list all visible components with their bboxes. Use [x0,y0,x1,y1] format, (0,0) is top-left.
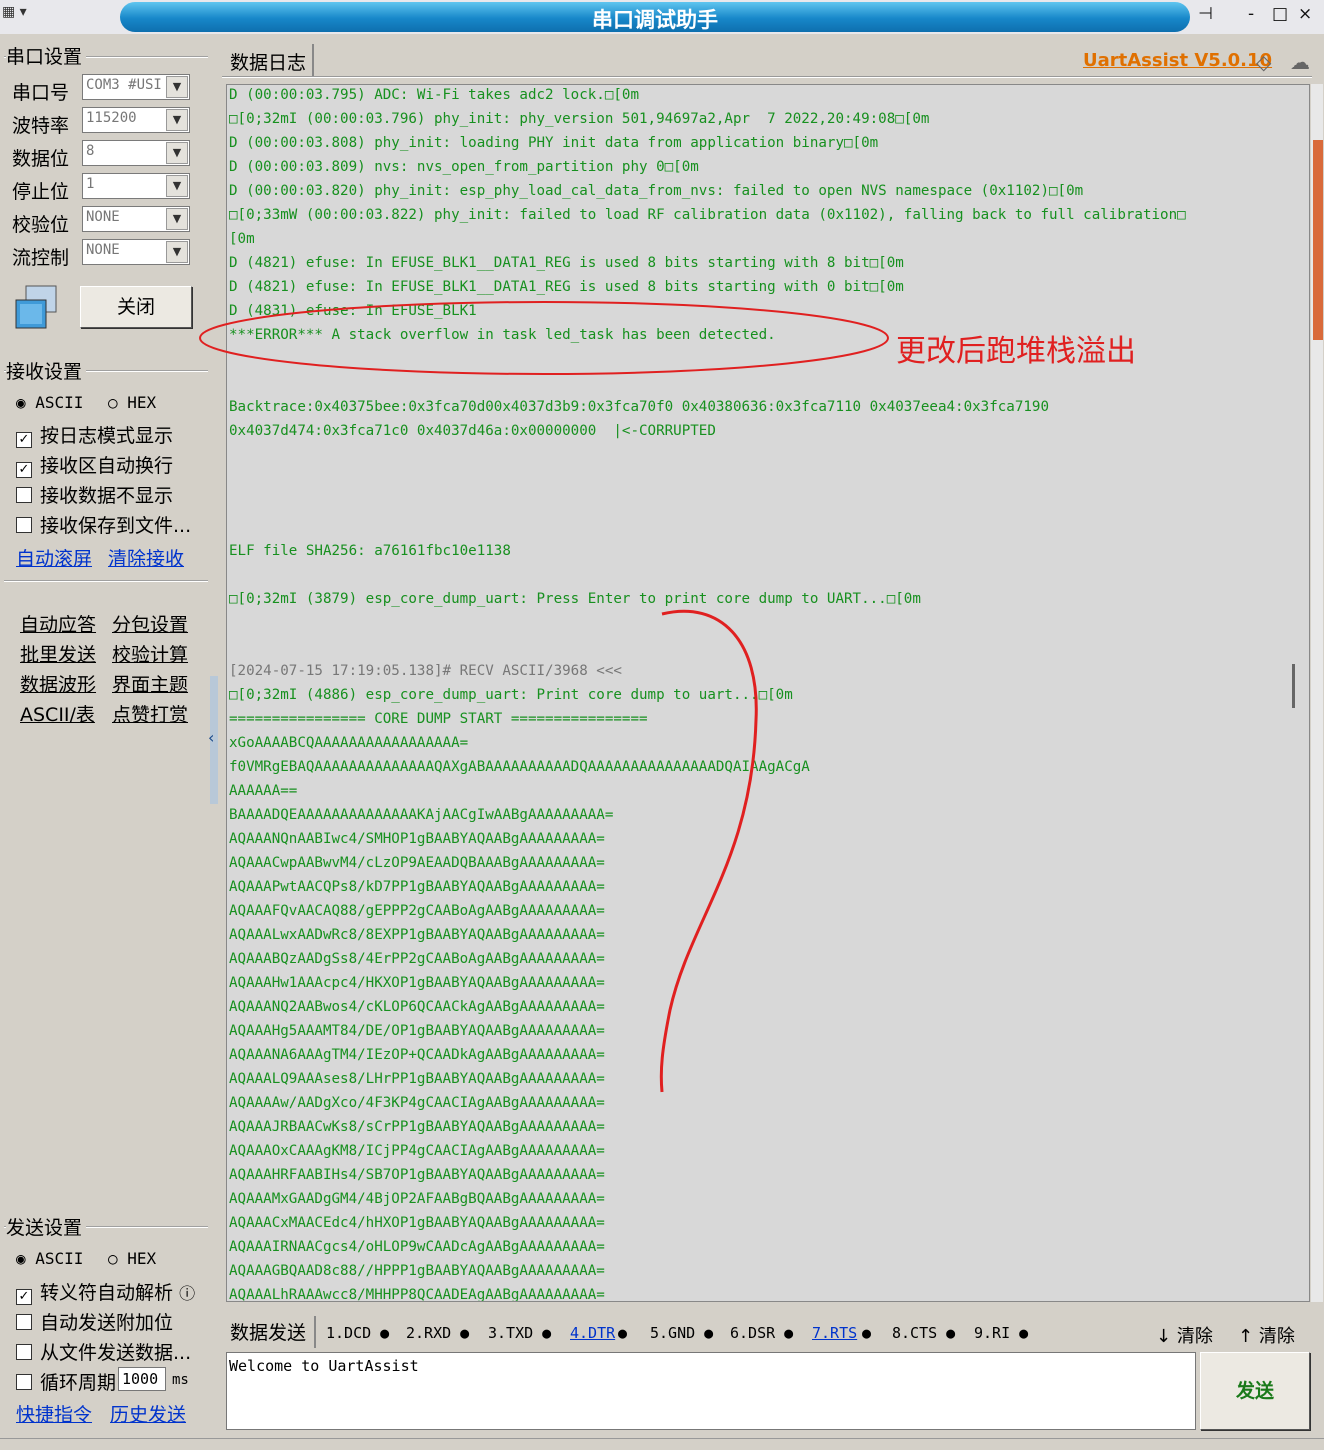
pin-gnd: 5.GND ● [650,1324,714,1342]
annotation-layer [199,301,889,1093]
pin-dcd: 1.DCD ● [326,1324,390,1342]
pin-rxd: 2.RXD ● [406,1324,470,1342]
clear-arrow-down-icon: ↓ [1156,1326,1172,1347]
status-bar [0,1438,1324,1450]
pin-dtr-led: ● [618,1324,628,1342]
clear-counter-button[interactable]: ↑ 清除 [1238,1322,1295,1348]
error-highlight-ellipse [199,301,889,375]
pin-rts[interactable]: 7.RTS [812,1324,857,1342]
clear-send-button[interactable]: ↓ 清除 [1156,1322,1213,1348]
pin-rts-led: ● [862,1324,872,1342]
tab-data-send[interactable]: 数据发送 [222,1316,316,1348]
annotation-arrow-curve [659,609,758,1093]
clear-arrow-up-icon: ↑ [1238,1326,1254,1347]
annotation-text: 更改后跑堆栈溢出 [896,334,1136,369]
pin-ri: 9.RI ● [974,1324,1029,1342]
pin-dtr[interactable]: 4.DTR [570,1324,615,1342]
send-text: Welcome to UartAssist [229,1357,419,1375]
send-button[interactable]: 发送 [1200,1352,1310,1430]
pin-dsr: 6.DSR ● [730,1324,794,1342]
pin-cts: 8.CTS ● [892,1324,956,1342]
send-input[interactable]: Welcome to UartAssist [226,1352,1196,1430]
pin-txd: 3.TXD ● [488,1324,552,1342]
